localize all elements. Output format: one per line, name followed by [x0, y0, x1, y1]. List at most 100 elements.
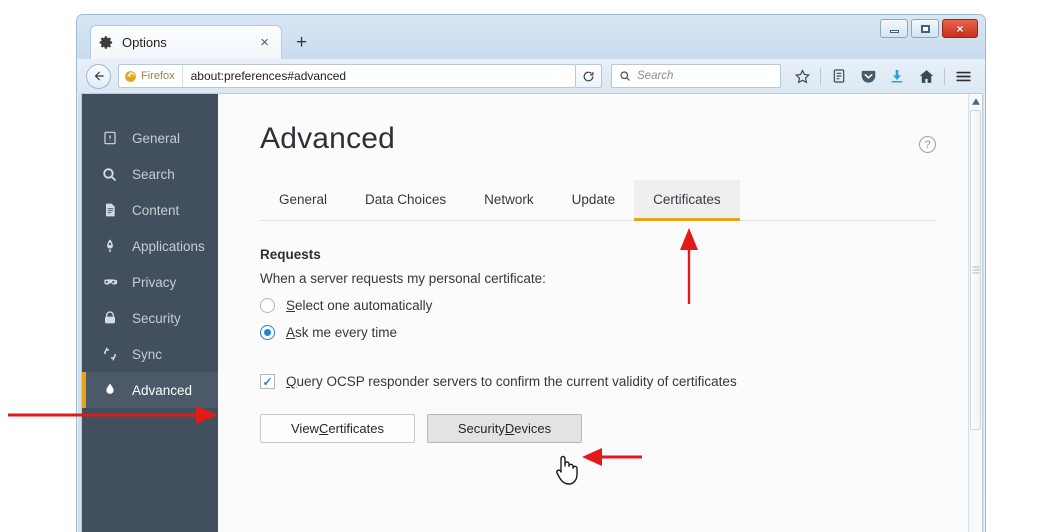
new-tab-button[interactable]: +	[290, 30, 313, 55]
search-input-placeholder: Search	[637, 70, 674, 82]
url-text: about:preferences#advanced	[190, 69, 347, 83]
sidebar-item-search[interactable]: Search	[82, 156, 218, 192]
sidebar-item-label: Security	[132, 310, 181, 326]
close-icon[interactable]: ×	[256, 35, 273, 50]
sidebar-item-label: Advanced	[132, 382, 193, 398]
minimize-button[interactable]	[880, 19, 908, 38]
page-viewport: General Search Content Applications Priv…	[81, 93, 983, 532]
window-controls: ×	[880, 19, 978, 38]
sidebar-item-privacy[interactable]: Privacy	[82, 264, 218, 300]
page-scrollbar[interactable]	[968, 94, 982, 532]
maximize-button[interactable]	[911, 19, 939, 38]
scroll-up-arrow-icon[interactable]	[969, 94, 982, 108]
section-description: When a server requests my personal certi…	[260, 271, 546, 286]
sidebar-item-content[interactable]: Content	[82, 192, 218, 228]
tab-data-choices[interactable]: Data Choices	[346, 180, 465, 221]
back-button[interactable]	[86, 63, 111, 89]
identity-label: Firefox	[141, 70, 175, 82]
gear-icon	[99, 35, 114, 50]
accesskey-letter: C	[318, 421, 329, 436]
advanced-flask-icon	[100, 382, 119, 398]
applications-rocket-icon	[100, 238, 119, 254]
tab-network[interactable]: Network	[465, 180, 553, 221]
hamburger-menu-icon[interactable]	[950, 63, 976, 89]
downloads-icon[interactable]	[884, 63, 910, 89]
bookmark-star-icon[interactable]	[789, 63, 815, 89]
sidebar-item-general[interactable]: General	[82, 120, 218, 156]
checkbox-icon-checked[interactable]: ✓	[260, 374, 275, 389]
navigation-toolbar: Firefox about:preferences#advanced Searc…	[77, 59, 985, 93]
minimize-icon	[889, 30, 899, 33]
preferences-content: Advanced ? General Data Choices Network …	[218, 94, 968, 532]
url-bar[interactable]: Firefox about:preferences#advanced	[118, 64, 576, 88]
reload-icon	[583, 71, 594, 81]
scrollbar-thumb[interactable]	[970, 110, 981, 430]
sidebar-item-label: Content	[132, 202, 180, 218]
sidebar-item-label: Applications	[132, 238, 205, 254]
preferences-tab-row: General Data Choices Network Update Cert…	[260, 179, 936, 221]
window-titlebar: Options × + ×	[77, 15, 985, 59]
checkbox-query-ocsp[interactable]: ✓ Query OCSP responder servers to confir…	[260, 374, 936, 389]
browser-tab-options[interactable]: Options ×	[90, 25, 282, 59]
page-title: Advanced	[260, 122, 396, 155]
sidebar-item-label: Privacy	[132, 274, 177, 290]
button-label-rest: ertificates	[328, 421, 384, 436]
sidebar-item-label: General	[132, 130, 181, 146]
search-icon	[100, 166, 119, 183]
close-window-icon: ×	[956, 21, 964, 36]
accesskey-letter: D	[504, 421, 515, 436]
accesskey-letter: S	[286, 298, 296, 313]
reload-button[interactable]	[576, 64, 602, 88]
radio-select-one-automatically[interactable]: Select one automatically	[260, 298, 936, 313]
sidebar-item-security[interactable]: Security	[82, 300, 218, 336]
identity-box[interactable]: Firefox	[119, 65, 183, 87]
security-devices-button[interactable]: Security Devices	[427, 414, 582, 443]
accesskey-letter: Q	[286, 374, 297, 389]
security-lock-icon	[100, 310, 119, 326]
button-label-prefix: View	[291, 421, 319, 436]
firefox-window: Options × + × Firefox about:preferences#…	[76, 14, 986, 532]
scrollbar-grip-icon	[972, 266, 979, 274]
view-certificates-button[interactable]: View Certificates	[260, 414, 415, 443]
page-header: Advanced ?	[260, 122, 936, 156]
sidebar-item-sync[interactable]: Sync	[82, 336, 218, 372]
library-icon[interactable]	[826, 63, 852, 89]
search-bar[interactable]: Search	[611, 64, 781, 88]
radio-label-rest: sk me every time	[295, 325, 398, 340]
certificate-buttons: View Certificates Security Devices	[260, 414, 936, 443]
pocket-icon[interactable]	[855, 63, 881, 89]
radio-label: Ask me every time	[286, 325, 397, 340]
radio-icon-selected[interactable]	[260, 325, 275, 340]
back-arrow-icon	[94, 71, 104, 81]
accesskey-letter: A	[286, 325, 296, 340]
sidebar-item-advanced[interactable]: Advanced	[82, 372, 218, 408]
button-label-prefix: Security	[457, 421, 505, 436]
tab-certificates[interactable]: Certificates	[634, 180, 740, 221]
radio-icon[interactable]	[260, 298, 275, 313]
checkbox-label-rest: uery OCSP responder servers to confirm t…	[296, 374, 737, 389]
toolbar-separator	[820, 67, 821, 85]
home-icon[interactable]	[913, 63, 939, 89]
checkbox-label: Query OCSP responder servers to confirm …	[286, 374, 737, 389]
sidebar-item-label: Search	[132, 166, 175, 182]
search-icon	[620, 71, 630, 81]
radio-label: Select one automatically	[286, 298, 432, 313]
privacy-mask-icon	[100, 273, 119, 291]
section-heading: Requests	[260, 247, 321, 262]
sidebar-item-label: Sync	[132, 346, 163, 362]
firefox-logo-icon	[125, 70, 136, 82]
sync-arrows-icon	[100, 346, 119, 362]
radio-label-rest: elect one automatically	[295, 298, 433, 313]
close-window-button[interactable]: ×	[942, 19, 978, 38]
preferences-sidebar: General Search Content Applications Priv…	[82, 94, 218, 532]
radio-ask-me-every-time[interactable]: Ask me every time	[260, 325, 936, 340]
tab-general[interactable]: General	[260, 180, 346, 221]
maximize-icon	[920, 24, 930, 33]
button-label-rest: evices	[514, 421, 552, 436]
screenshot-root: Options × + × Firefox about:preferences#…	[0, 0, 1040, 532]
general-icon	[100, 130, 119, 146]
help-icon[interactable]: ?	[919, 136, 936, 153]
sidebar-item-applications[interactable]: Applications	[82, 228, 218, 264]
tab-update[interactable]: Update	[553, 180, 635, 221]
toolbar-separator	[944, 67, 945, 85]
